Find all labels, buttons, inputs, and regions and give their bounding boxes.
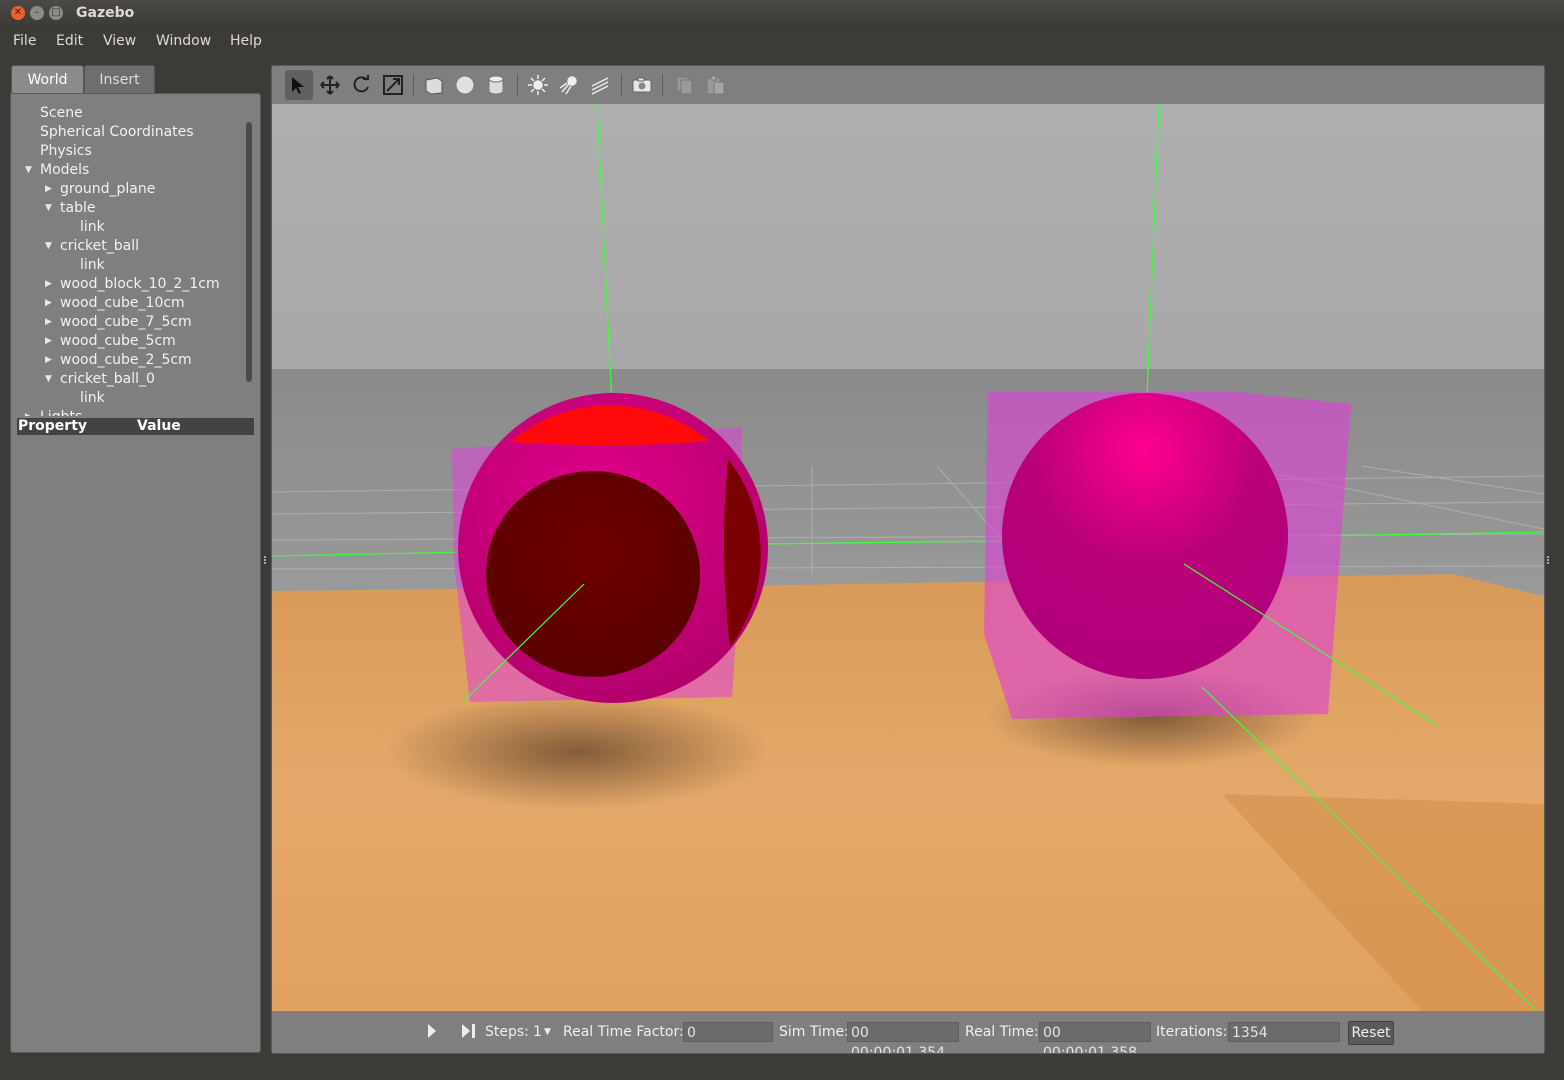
tree-item-ground-plane[interactable]: ground_plane	[60, 180, 155, 199]
3d-scene-view[interactable]	[272, 103, 1544, 1012]
collapsed-arrow-icon[interactable]: ▶	[25, 412, 32, 416]
real-time-factor-field: 0	[683, 1022, 773, 1042]
menu-edit[interactable]: Edit	[56, 33, 83, 49]
select-arrow-icon[interactable]	[285, 70, 313, 100]
menu-file[interactable]: File	[13, 33, 36, 49]
menu-help[interactable]: Help	[230, 33, 262, 49]
tree-item-table[interactable]: table	[60, 199, 95, 218]
property-table-header: Property Value	[17, 418, 254, 435]
iterations-field: 1354	[1228, 1022, 1340, 1042]
spot-light-icon[interactable]	[555, 70, 583, 100]
collapsed-arrow-icon[interactable]: ▶	[45, 355, 52, 365]
step-icon[interactable]	[461, 1023, 477, 1043]
property-column-header[interactable]: Property	[18, 418, 87, 435]
tree-item-scene[interactable]: Scene	[40, 104, 83, 123]
collapsed-arrow-icon[interactable]: ▶	[45, 317, 52, 327]
tree-item-table-link[interactable]: link	[80, 218, 105, 237]
box-shape-icon[interactable]	[420, 70, 448, 100]
sphere-shape-icon[interactable]	[451, 70, 479, 100]
window-title: Gazebo	[76, 5, 135, 21]
expanded-arrow-icon[interactable]: ▼	[45, 203, 52, 213]
iterations-label: Iterations:	[1156, 1024, 1228, 1040]
real-time-factor-label: Real Time Factor:	[563, 1024, 684, 1040]
splitter-handle-left[interactable]	[263, 553, 267, 564]
tree-item-cricket-ball-link[interactable]: link	[80, 256, 105, 275]
tab-world[interactable]: World	[11, 65, 84, 94]
tree-item-physics[interactable]: Physics	[40, 142, 92, 161]
tree-item-cricket-ball[interactable]: cricket_ball	[60, 237, 139, 256]
tab-insert[interactable]: Insert	[84, 65, 155, 94]
title-bar: ✕ – □ Gazebo	[0, 0, 1564, 27]
tree-item-wood-cube-7-5cm[interactable]: wood_cube_7_5cm	[60, 313, 192, 332]
expanded-arrow-icon[interactable]: ▼	[45, 241, 52, 251]
steps-label: Steps:	[485, 1024, 529, 1040]
tree-item-wood-cube-10cm[interactable]: wood_cube_10cm	[60, 294, 185, 313]
world-panel: Scene Spherical Coordinates Physics ▼ Mo…	[10, 93, 261, 1053]
real-time-field: 00 00:00:01.358	[1039, 1022, 1151, 1053]
status-bar: Steps: 1 ▼ Real Time Factor: 0 Sim Time:…	[272, 1011, 1544, 1053]
tree-item-wood-block[interactable]: wood_block_10_2_1cm	[60, 275, 220, 294]
tree-item-lights[interactable]: Lights	[40, 408, 82, 416]
close-window-button[interactable]: ✕	[11, 6, 25, 20]
directional-light-icon[interactable]	[586, 70, 614, 100]
render-viewport: Steps: 1 ▼ Real Time Factor: 0 Sim Time:…	[271, 65, 1545, 1054]
collapsed-arrow-icon[interactable]: ▶	[45, 336, 52, 346]
play-icon[interactable]	[427, 1023, 437, 1043]
tree-scrollbar[interactable]	[246, 122, 252, 382]
menu-window[interactable]: Window	[156, 33, 211, 49]
screenshot-camera-icon[interactable]	[628, 70, 656, 100]
world-tree: Scene Spherical Coordinates Physics ▼ Mo…	[11, 100, 247, 416]
rotate-icon[interactable]	[347, 70, 375, 100]
tree-item-wood-cube-5cm[interactable]: wood_cube_5cm	[60, 332, 176, 351]
tree-item-models[interactable]: Models	[40, 161, 89, 180]
copy-icon[interactable]	[670, 70, 698, 100]
reset-button[interactable]: Reset	[1348, 1021, 1394, 1045]
menu-view[interactable]: View	[103, 33, 136, 49]
collapsed-arrow-icon[interactable]: ▶	[45, 279, 52, 289]
expanded-arrow-icon[interactable]: ▼	[45, 374, 52, 384]
tree-item-wood-cube-2-5cm[interactable]: wood_cube_2_5cm	[60, 351, 192, 370]
expanded-arrow-icon[interactable]: ▼	[25, 165, 32, 175]
translate-icon[interactable]	[316, 70, 344, 100]
real-time-label: Real Time:	[965, 1024, 1039, 1040]
value-column-header[interactable]: Value	[137, 418, 181, 435]
tree-item-cricket-ball-0-link[interactable]: link	[80, 389, 105, 408]
tree-item-cricket-ball-0[interactable]: cricket_ball_0	[60, 370, 155, 389]
left-panel: World Insert Scene Spherical Coordinates…	[10, 65, 261, 1053]
maximize-window-button[interactable]: □	[49, 6, 63, 20]
menu-bar: File Edit View Window Help	[0, 27, 1564, 57]
chevron-down-icon[interactable]: ▼	[544, 1027, 551, 1037]
scale-icon[interactable]	[379, 70, 407, 100]
toolbar	[272, 66, 1544, 104]
tree-item-spherical-coordinates[interactable]: Spherical Coordinates	[40, 123, 194, 142]
paste-icon[interactable]	[701, 70, 729, 100]
minimize-window-button[interactable]: –	[30, 6, 44, 20]
point-light-icon[interactable]	[524, 70, 552, 100]
sim-time-field: 00 00:00:01.354	[847, 1022, 959, 1053]
steps-value[interactable]: 1	[533, 1024, 542, 1040]
collapsed-arrow-icon[interactable]: ▶	[45, 184, 52, 194]
sim-time-label: Sim Time:	[779, 1024, 849, 1040]
cylinder-shape-icon[interactable]	[482, 70, 510, 100]
splitter-handle-right[interactable]	[1546, 553, 1550, 564]
collapsed-arrow-icon[interactable]: ▶	[45, 298, 52, 308]
